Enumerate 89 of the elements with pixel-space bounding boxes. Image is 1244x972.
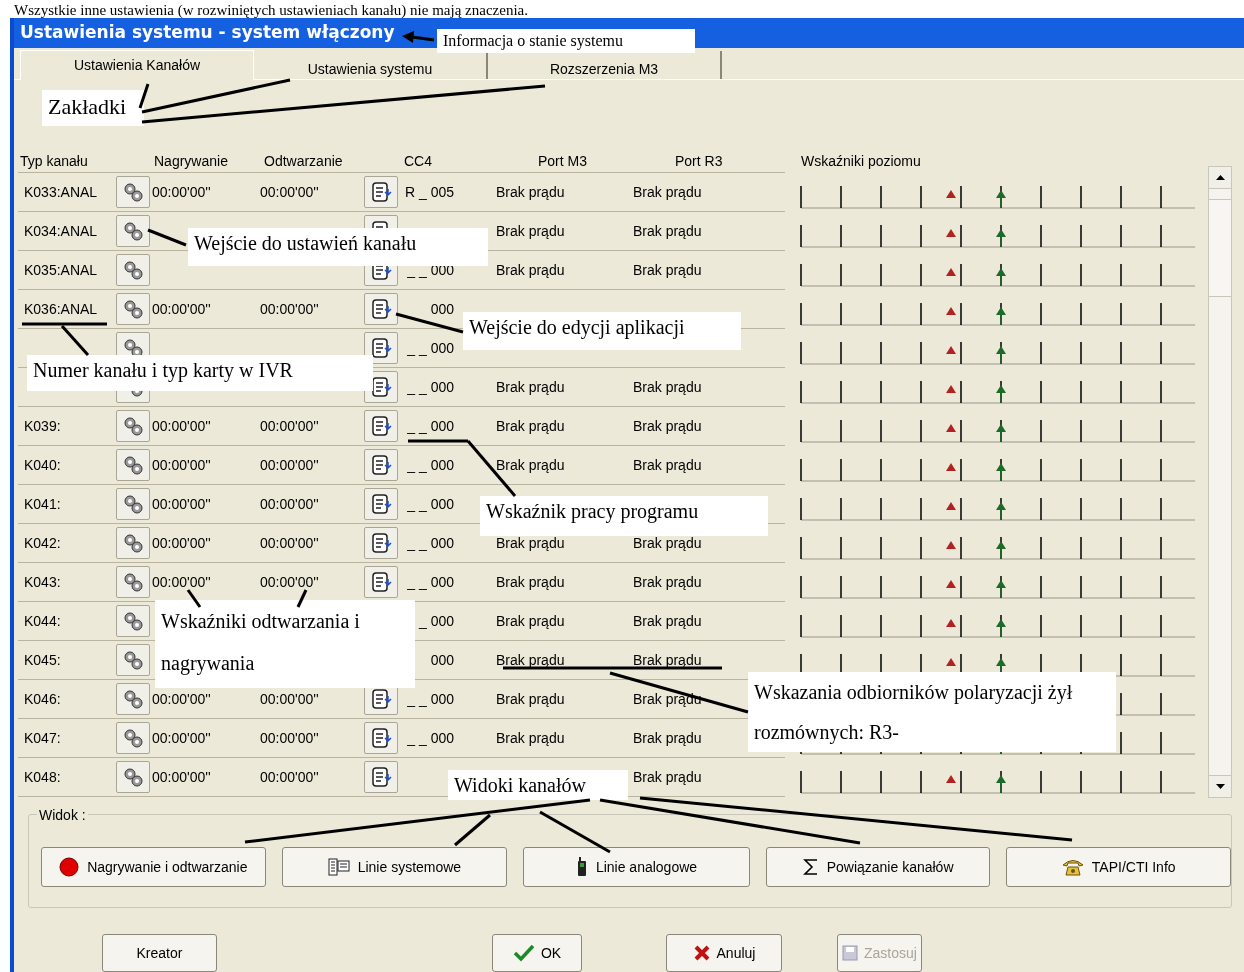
- table-cell-text: 00:00'00'': [260, 767, 319, 787]
- channel-label: K046:: [23, 689, 61, 709]
- channel-label: K045:: [23, 650, 61, 670]
- table-cell-text: 00:00'00'': [260, 416, 319, 436]
- column-header: CC4: [404, 152, 432, 169]
- column-header: Odtwarzanie: [264, 152, 343, 169]
- table-cell-text: Brak prądu: [496, 572, 565, 592]
- table-cell-text: 00:00'00'': [260, 494, 319, 514]
- table-cell-text: Brak prądu: [496, 182, 565, 202]
- table-cell-text: _ 000: [417, 611, 454, 631]
- table-cell-text: Brak prądu: [633, 416, 702, 436]
- table-cell-text: 00:00'00'': [260, 728, 319, 748]
- column-header: Typ kanału: [20, 152, 88, 169]
- window-title: Ustawienia systemu - system włączony: [20, 21, 395, 45]
- table-cell-text: 000: [429, 299, 454, 319]
- annotation-tooltip: Wskazania odbiorników polaryzacji żył rozmównych: R3-: [748, 672, 1116, 752]
- table-cell-text: 000: [429, 650, 454, 670]
- table-cell-text: 00:00'00'': [152, 455, 211, 475]
- table-cell-text: Brak prądu: [633, 611, 702, 631]
- table-cell-text: 00:00'00'': [152, 494, 211, 514]
- channel-label: K033:ANAL: [23, 182, 98, 202]
- annotation-tooltip: Numer kanału i typ karty w IVR: [27, 355, 373, 391]
- table-cell-text: 00:00'00'': [152, 416, 211, 436]
- channel-label: K040:: [23, 455, 61, 475]
- table-cell-text: Brak prądu: [496, 377, 565, 397]
- channel-label: K044:: [23, 611, 61, 631]
- table-cell-text: Brak prądu: [496, 533, 565, 553]
- column-header: Port R3: [675, 152, 723, 169]
- table-cell-text: Brak prądu: [496, 728, 565, 748]
- table-cell-text: Brak prądu: [633, 728, 702, 748]
- table-cell-text: 00:00'00'': [152, 182, 211, 202]
- table-cell-text: Brak prądu: [496, 611, 565, 631]
- table-cell-text: _ _ 000: [406, 533, 454, 553]
- table-cell-text: 00:00'00'': [152, 299, 211, 319]
- table-cell-text: Brak prądu: [633, 221, 702, 241]
- channel-label: K039:: [23, 416, 61, 436]
- table-cell-text: Brak prądu: [496, 689, 565, 709]
- table-cell-text: Brak prądu: [633, 377, 702, 397]
- table-cell-text: Brak prądu: [633, 650, 702, 670]
- table-cell-text: _ _ 000: [406, 728, 454, 748]
- table-cell-text: 00:00'00'': [260, 572, 319, 592]
- table-cell-text: Brak prądu: [633, 455, 702, 475]
- annotation-tooltip: Zakładki: [42, 90, 144, 126]
- table-cell-text: 00:00'00'': [152, 767, 211, 787]
- channel-label: K042:: [23, 533, 61, 553]
- table-cell-text: Brak prądu: [496, 455, 565, 475]
- column-header: Port M3: [538, 152, 587, 169]
- table-cell-text: Brak prądu: [496, 221, 565, 241]
- table-cell-text: 00:00'00'': [152, 533, 211, 553]
- table-cell-text: 00:00'00'': [260, 455, 319, 475]
- table-cell-text: Brak prądu: [496, 416, 565, 436]
- table-cell-text: _ _ 000: [406, 338, 454, 358]
- annotation-tooltip: Wejście do edycji aplikacji: [463, 312, 741, 350]
- table-cell-text: 00:00'00'': [260, 182, 319, 202]
- channel-label: K036:ANAL: [23, 299, 98, 319]
- table-cell-text: _ _ 000: [406, 572, 454, 592]
- table-cell-text: Brak prądu: [496, 260, 565, 280]
- annotation-tooltip: Wskaźniki odtwarzania i nagrywania: [155, 600, 415, 688]
- channel-label: K047:: [23, 728, 61, 748]
- column-header: Wskaźniki poziomu: [801, 151, 921, 171]
- document-text: Wszystkie inne ustawienia (w rozwiniętych ustawieniach kanału) nie mają znaczenia.: [14, 2, 528, 18]
- table-cell-text: _ _ 000: [406, 494, 454, 514]
- annotation-tooltip: Informacja o stanie systemu: [437, 29, 695, 53]
- table-cell-text: 00:00'00'': [260, 299, 319, 319]
- channel-label: K034:ANAL: [23, 221, 98, 241]
- channel-label: K041:: [23, 494, 61, 514]
- annotation-tooltip: Wejście do ustawień kanału: [188, 228, 488, 266]
- annotation-tooltip: Widoki kanałów: [448, 770, 628, 800]
- table-cell-text: R _ 005: [403, 182, 454, 202]
- table-cell-text: 00:00'00'': [152, 689, 211, 709]
- channel-label: K035:ANAL: [23, 260, 98, 280]
- table-cell-text: _ _ 000: [406, 416, 454, 436]
- table-cell-text: Brak prądu: [633, 260, 702, 280]
- table-cell-text: Brak prądu: [633, 182, 702, 202]
- table-cell-text: _ _ 000: [406, 455, 454, 475]
- table-cell-text: 00:00'00'': [152, 728, 211, 748]
- table-cell-text: Brak prądu: [496, 650, 565, 670]
- table-cell-text: 00:00'00'': [152, 572, 211, 592]
- table-cell-text: Brak prądu: [633, 767, 702, 787]
- column-header: Nagrywanie: [154, 152, 228, 169]
- channel-label: K048:: [23, 767, 61, 787]
- table-cell-text: 00:00'00'': [260, 533, 319, 553]
- table-cell-text: _ _ 000: [406, 689, 454, 709]
- table-cell-text: 00:00'00'': [260, 689, 319, 709]
- table-cell-text: Brak prądu: [633, 533, 702, 553]
- channel-label: K043:: [23, 572, 61, 592]
- annotation-tooltip: Wskaźnik pracy programu: [480, 496, 768, 536]
- table-cell-text: _ _ 000: [406, 377, 454, 397]
- table-cell-text: Brak prądu: [633, 572, 702, 592]
